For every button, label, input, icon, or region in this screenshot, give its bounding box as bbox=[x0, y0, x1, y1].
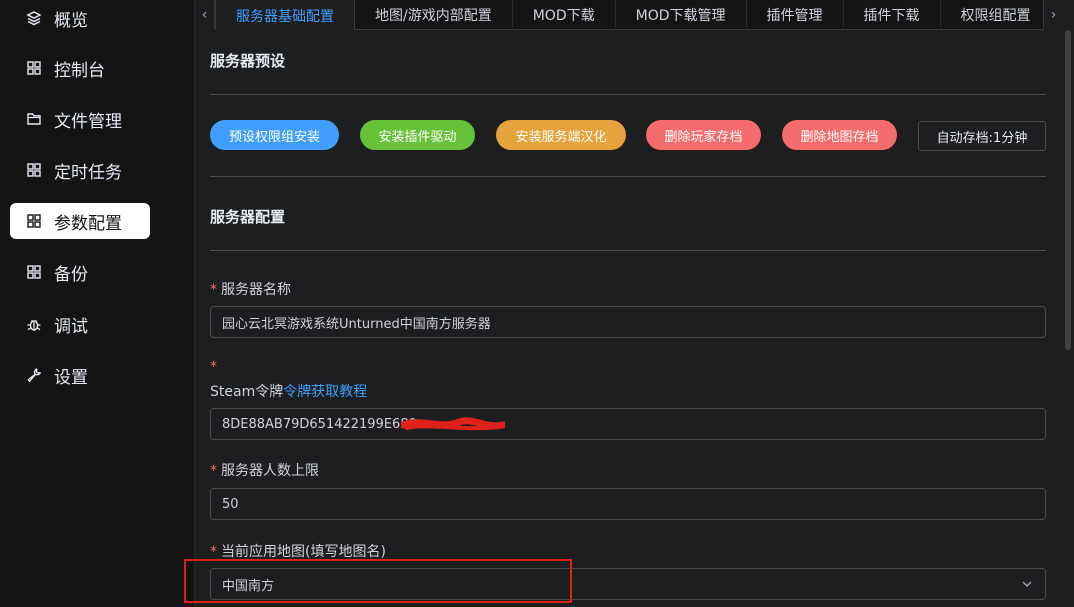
tab-bar: ‹ 服务器基础配置 地图/游戏内部配置 MOD下载 MOD下载管理 插件管理 插… bbox=[195, 0, 1063, 30]
tab-label: 服务器基础配置 bbox=[236, 8, 334, 25]
button-label: 预设权限组安装 bbox=[228, 129, 320, 145]
tab-scroll-left-button[interactable]: ‹ bbox=[195, 0, 215, 30]
sidebar-item-settings[interactable]: 设置 bbox=[10, 357, 150, 393]
install-server-chinese-button[interactable]: 安装服务端汉化 bbox=[496, 120, 626, 150]
button-label: 删除地图存档 bbox=[800, 129, 879, 145]
preset-section-title: 服务器预设 bbox=[210, 52, 286, 70]
input-value: 园心云北冥游戏系统Unturned中国南方服务器 bbox=[222, 316, 491, 332]
required-mark: * bbox=[210, 359, 217, 375]
tab-label: 插件管理 bbox=[766, 8, 823, 24]
sidebar-item-label: 定时任务 bbox=[54, 162, 122, 183]
button-label: 安装服务端汉化 bbox=[515, 129, 607, 145]
divider bbox=[210, 250, 1046, 251]
sidebar-item-parameter-config[interactable]: 参数配置 bbox=[10, 203, 150, 239]
button-label: 自动存档:1分钟 bbox=[936, 130, 1028, 146]
sidebar-item-scheduled-tasks[interactable]: 定时任务 bbox=[10, 152, 150, 188]
tab-label: MOD下载 bbox=[532, 8, 595, 24]
steam-token-label: Steam令牌令牌获取教程 bbox=[210, 381, 367, 401]
current-map-label: * 当前应用地图(填写地图名) bbox=[210, 541, 386, 561]
bug-icon bbox=[26, 316, 42, 332]
tab-scroll-right-button[interactable]: › bbox=[1043, 0, 1063, 30]
sidebar-item-label: 备份 bbox=[54, 264, 88, 285]
server-name-input[interactable]: 园心云北冥游戏系统Unturned中国南方服务器 bbox=[210, 306, 1046, 338]
tab-label: 权限组配置 bbox=[960, 8, 1031, 24]
chevron-left-icon: ‹ bbox=[201, 7, 208, 23]
tab-plugin-download[interactable]: 插件下载 bbox=[844, 0, 941, 30]
chevron-right-icon: › bbox=[1050, 7, 1057, 23]
main-panel: ‹ 服务器基础配置 地图/游戏内部配置 MOD下载 MOD下载管理 插件管理 插… bbox=[194, 0, 1063, 607]
install-permission-preset-button[interactable]: 预设权限组安装 bbox=[210, 120, 339, 150]
button-label: 删除玩家存档 bbox=[664, 129, 743, 145]
tab-permission-group-config[interactable]: 权限组配置 bbox=[941, 0, 1044, 30]
tab-mod-download-manage[interactable]: MOD下载管理 bbox=[616, 0, 747, 30]
tab-label: 地图/游戏内部配置 bbox=[375, 8, 492, 24]
redaction-scribble bbox=[401, 417, 505, 431]
max-players-label: * 服务器人数上限 bbox=[210, 460, 319, 480]
page-scrollbar[interactable] bbox=[1062, 0, 1074, 607]
label-text: 服务器名称 bbox=[221, 282, 291, 298]
sidebar: 概览 控制台 文件管理 定时任务 参数配置 备份 调试 设置 bbox=[0, 0, 194, 607]
grid-icon bbox=[26, 162, 42, 178]
required-mark: * bbox=[210, 463, 217, 479]
divider bbox=[210, 176, 1046, 177]
required-mark: * bbox=[210, 544, 217, 560]
tab-label: 插件下载 bbox=[863, 8, 920, 24]
grid-icon bbox=[26, 264, 42, 280]
label-text: 服务器人数上限 bbox=[221, 463, 319, 479]
sidebar-item-backup[interactable]: 备份 bbox=[10, 254, 150, 290]
chevron-down-icon bbox=[1022, 581, 1032, 587]
steam-token-input[interactable]: 8DE88AB79D651422199E689 bbox=[210, 408, 1046, 440]
sidebar-item-label: 设置 bbox=[54, 367, 88, 388]
wrench-icon bbox=[26, 367, 42, 383]
sidebar-item-file-manager[interactable]: 文件管理 bbox=[10, 101, 150, 137]
autosave-interval-button[interactable]: 自动存档:1分钟 bbox=[918, 121, 1046, 151]
scrollbar-thumb[interactable] bbox=[1065, 30, 1071, 350]
sidebar-item-console[interactable]: 控制台 bbox=[10, 50, 150, 86]
server-config-section-title: 服务器配置 bbox=[210, 208, 286, 226]
install-plugin-driver-button[interactable]: 安装插件驱动 bbox=[360, 120, 475, 150]
grid-icon bbox=[26, 213, 42, 229]
app-root: 概览 控制台 文件管理 定时任务 参数配置 备份 调试 设置 ‹ 服务器基础配置… bbox=[0, 0, 1074, 607]
input-value: 8DE88AB79D651422199E689 bbox=[222, 416, 417, 432]
sidebar-item-debug[interactable]: 调试 bbox=[10, 306, 150, 342]
required-mark: * bbox=[210, 282, 217, 298]
tab-label: MOD下载管理 bbox=[635, 8, 726, 24]
tab-mod-download[interactable]: MOD下载 bbox=[513, 0, 616, 30]
layers-icon bbox=[26, 10, 42, 26]
sidebar-item-label: 控制台 bbox=[54, 60, 105, 81]
grid-icon bbox=[26, 60, 42, 76]
token-tutorial-link[interactable]: 令牌获取教程 bbox=[283, 384, 367, 400]
sidebar-item-label: 参数配置 bbox=[54, 213, 122, 234]
tab-strip: 服务器基础配置 地图/游戏内部配置 MOD下载 MOD下载管理 插件管理 插件下… bbox=[215, 0, 1043, 30]
button-label: 安装插件驱动 bbox=[378, 129, 457, 145]
input-value: 50 bbox=[222, 496, 239, 512]
sidebar-item-label: 概览 bbox=[54, 10, 88, 31]
tab-server-basic-config[interactable]: 服务器基础配置 bbox=[215, 0, 355, 30]
sidebar-item-label: 文件管理 bbox=[54, 111, 122, 132]
server-name-label: * 服务器名称 bbox=[210, 279, 291, 299]
label-text: Steam令牌 bbox=[210, 384, 284, 400]
delete-player-save-button[interactable]: 删除玩家存档 bbox=[646, 120, 761, 150]
max-players-input[interactable]: 50 bbox=[210, 488, 1046, 520]
annotation-highlight-box bbox=[184, 559, 572, 603]
delete-map-save-button[interactable]: 删除地图存档 bbox=[782, 120, 897, 150]
divider bbox=[210, 94, 1046, 95]
folder-icon bbox=[26, 111, 42, 127]
tab-map-game-config[interactable]: 地图/游戏内部配置 bbox=[355, 0, 513, 30]
sidebar-item-overview[interactable]: 概览 bbox=[10, 0, 150, 36]
tab-plugin-manage[interactable]: 插件管理 bbox=[747, 0, 844, 30]
steam-token-required-mark: * bbox=[210, 359, 221, 375]
sidebar-item-label: 调试 bbox=[54, 316, 88, 337]
label-text: 当前应用地图(填写地图名) bbox=[221, 544, 386, 560]
